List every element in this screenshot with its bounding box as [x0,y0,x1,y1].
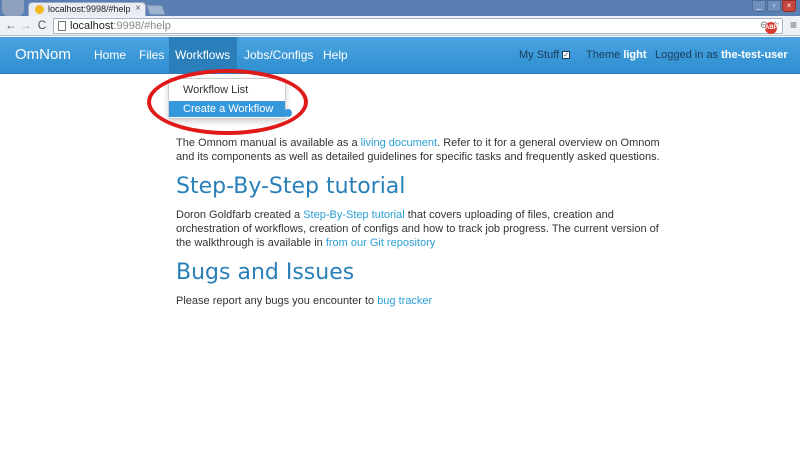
address-bar[interactable]: localhost:9998/#help ⊖ ☆ [53,18,783,34]
browser-menu-icon[interactable]: ≡ [790,18,797,32]
adblock-icon[interactable]: ABP [765,20,778,34]
browser-avatar-icon [2,0,24,16]
nav-home[interactable]: Home [88,37,132,74]
username[interactable]: the-test-user [721,49,788,61]
nav-jobs-configs[interactable]: Jobs/Configs [238,37,319,74]
bugs-paragraph: Please report any bugs you encounter to … [176,295,433,307]
git-repository-link[interactable]: from our Git repository [326,237,435,249]
back-icon[interactable]: ← [4,18,18,32]
forward-icon[interactable]: → [19,18,33,32]
tutorial-paragraph: Doron Goldfarb created a Step-By-Step tu… [176,209,659,249]
tab-title: localhost:9998/#help [48,4,131,14]
manual-paragraph: The Omnom manual is available as a livin… [176,137,660,163]
browser-tabstrip: localhost:9998/#help × _ ▫ × [0,0,800,16]
app-navbar: OmNom Home Files Workflows Jobs/Configs … [0,37,800,74]
tutorial-link[interactable]: Step-By-Step tutorial [303,209,405,221]
annotation-circle [147,69,308,135]
brand-logo[interactable]: OmNom [15,46,71,63]
address-url: localhost:9998/#help [70,20,171,32]
my-stuff-label: My Stuff [519,49,560,61]
my-stuff-checkbox[interactable]: ✓ [562,51,571,60]
favicon-icon [35,5,44,14]
browser-toolbar: ← → C localhost:9998/#help ⊖ ☆ ABP ≡ [0,16,800,36]
minimize-window-button[interactable]: _ [752,0,766,12]
theme-switch[interactable]: Theme light [586,37,647,74]
theme-value[interactable]: light [623,49,646,61]
bug-tracker-link[interactable]: bug tracker [377,295,432,307]
logged-in-label: Logged in as [655,49,718,61]
maximize-window-button[interactable]: ▫ [767,0,781,12]
bugs-heading: Bugs and Issues [176,260,355,285]
tutorial-heading: Step-By-Step tutorial [176,174,406,199]
nav-files[interactable]: Files [133,37,170,74]
nav-help[interactable]: Help [317,37,354,74]
main-content: The Omnom manual is available as a livin… [176,136,676,308]
browser-tab[interactable]: localhost:9998/#help × [28,2,146,16]
living-document-link[interactable]: living document [361,137,437,149]
close-window-button[interactable]: × [782,0,796,12]
page-icon [58,21,66,31]
new-tab-button[interactable] [146,5,166,15]
my-stuff-toggle[interactable]: My Stuff ✓ [519,37,571,74]
theme-label: Theme [586,49,621,61]
reload-icon[interactable]: C [35,18,49,32]
login-status: Logged in as the-test-user [655,37,788,74]
tab-close-icon[interactable]: × [135,3,141,15]
